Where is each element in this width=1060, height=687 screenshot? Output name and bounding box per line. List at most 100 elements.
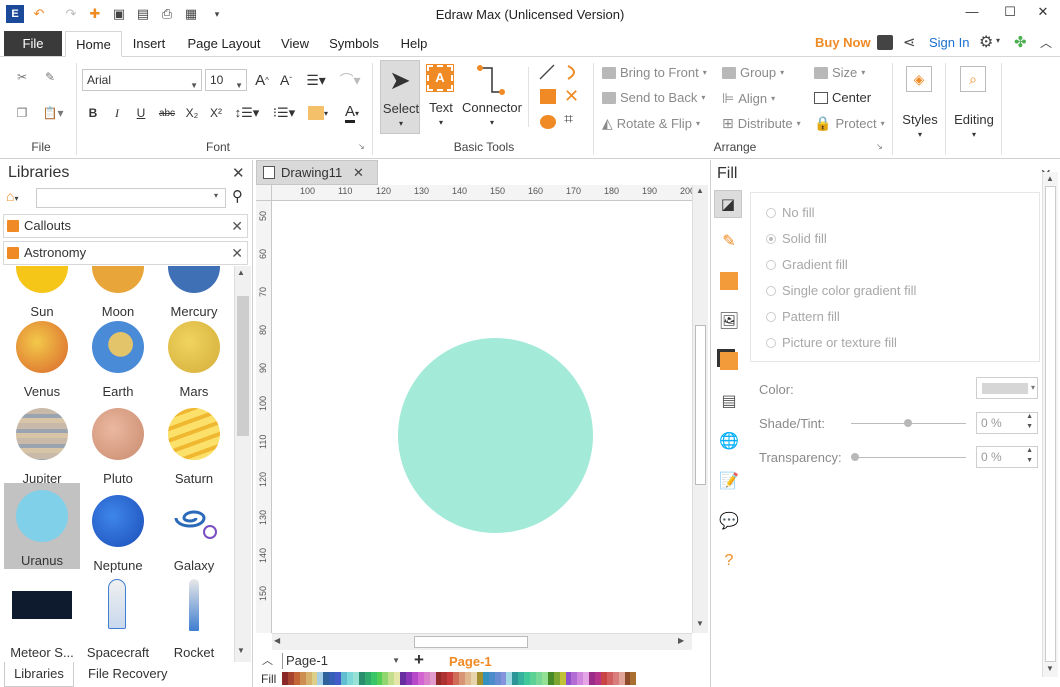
plugins-icon[interactable]: ✤ <box>1014 33 1027 51</box>
shape-saturn[interactable]: Saturn <box>156 403 232 489</box>
layers-panel-icon[interactable] <box>720 352 738 370</box>
settings-gear-icon[interactable]: ⚙ <box>979 32 993 52</box>
shape-spacecraft[interactable]: Spacecraft <box>80 577 156 662</box>
picture-texture-fill-option[interactable]: Picture or texture fill <box>766 335 897 350</box>
scroll-down-icon[interactable]: ▼ <box>237 646 245 655</box>
shape-rocket[interactable]: Rocket <box>156 577 232 662</box>
text-align-icon[interactable]: ☰▾ <box>302 69 330 91</box>
canvas-horizontal-scrollbar[interactable]: ◀ ▶ <box>272 633 692 650</box>
search-icon[interactable]: ⚲ <box>232 187 243 205</box>
page-select[interactable]: Page-1 ▼ <box>282 653 402 669</box>
line-tool-icon[interactable] <box>538 63 556 81</box>
slider-thumb[interactable] <box>904 419 912 427</box>
text-direction-icon[interactable]: ⌒▾ <box>335 69 365 91</box>
active-page-tab[interactable]: Page-1 <box>449 654 492 669</box>
editing-button[interactable]: ⌕ Editing ▾ <box>950 62 998 152</box>
scroll-right-icon[interactable]: ▶ <box>678 636 684 645</box>
drawing-page[interactable] <box>273 202 691 632</box>
connector-tool-button[interactable]: Connector ▾ <box>460 60 524 134</box>
close-category-icon[interactable]: ✕ <box>231 215 243 237</box>
shape-sun[interactable]: Sun <box>4 266 80 322</box>
single-color-gradient-fill-option[interactable]: Single color gradient fill <box>766 283 916 298</box>
close-window-button[interactable]: ✕ <box>1033 4 1053 22</box>
buy-now-link[interactable]: Buy Now <box>815 35 871 50</box>
slider-thumb[interactable] <box>851 453 859 461</box>
line-panel-icon[interactable]: ✎ <box>718 230 740 252</box>
bullets-icon[interactable]: ⁝☰▾ <box>270 103 298 123</box>
add-page-icon[interactable]: + <box>414 650 424 670</box>
scroll-left-icon[interactable]: ◀ <box>274 636 280 645</box>
fill-panel-icon[interactable]: ◪ <box>714 190 742 218</box>
scroll-down-icon[interactable]: ▼ <box>1046 664 1054 673</box>
close-libraries-icon[interactable]: ✕ <box>232 164 245 182</box>
close-category-icon[interactable]: ✕ <box>231 242 243 264</box>
note-panel-icon[interactable]: 📝 <box>718 470 740 492</box>
format-painter-icon[interactable]: ✂ <box>12 67 32 87</box>
library-category-astronomy[interactable]: Astronomy ✕ <box>3 241 248 265</box>
superscript-icon[interactable]: X² <box>206 103 226 123</box>
protect-button[interactable]: 🔒 Protect ▾ <box>814 115 885 132</box>
bold-icon[interactable]: B <box>84 103 102 123</box>
underline-icon[interactable]: U <box>132 103 150 123</box>
library-scrollbar[interactable]: ▲ ▼ <box>234 266 251 662</box>
sign-in-link[interactable]: Sign In <box>929 35 969 50</box>
crop-tool-icon[interactable]: ⌗ <box>564 111 573 129</box>
group-button[interactable]: Group ▾ <box>722 65 784 80</box>
size-button[interactable]: Size ▾ <box>814 65 865 80</box>
copy-icon[interactable]: ❐ <box>12 103 32 123</box>
account-card-icon[interactable] <box>877 35 893 50</box>
shape-pluto[interactable]: Pluto <box>80 403 156 489</box>
pattern-fill-option[interactable]: Pattern fill <box>766 309 840 324</box>
color-swatch[interactable] <box>630 672 637 685</box>
center-button[interactable]: Center <box>814 90 871 105</box>
color-picker[interactable]: ▾ <box>976 377 1038 399</box>
scrollbar-thumb[interactable] <box>414 636 528 648</box>
shade-tint-stepper[interactable]: 0 % ▲ ▼ <box>976 412 1038 434</box>
chevron-down-icon[interactable]: ▾ <box>214 191 218 200</box>
transparency-slider[interactable] <box>851 453 966 461</box>
image-panel-icon[interactable]: 🖼 <box>718 310 740 332</box>
select-tool-button[interactable]: ➤ Select ▾ <box>380 60 420 134</box>
comment-panel-icon[interactable]: 💬 <box>718 510 740 532</box>
library-home-icon[interactable]: ⌂▾ <box>6 188 34 208</box>
collapse-pages-icon[interactable]: ︿ <box>262 652 273 668</box>
ellipse-tool-icon[interactable] <box>540 115 556 129</box>
scrollbar-thumb[interactable] <box>1045 186 1056 662</box>
hyperlink-globe-icon[interactable]: 🌐 <box>718 430 740 452</box>
scrollbar-thumb[interactable] <box>695 325 706 485</box>
brush-icon[interactable]: ✎ <box>40 67 60 87</box>
gradient-fill-option[interactable]: Gradient fill <box>766 257 848 272</box>
file-recovery-tab[interactable]: File Recovery <box>88 666 167 681</box>
share-icon[interactable]: ⋖ <box>903 33 916 51</box>
shape-mercury[interactable]: Mercury <box>156 266 232 322</box>
close-document-icon[interactable]: ✕ <box>353 161 364 184</box>
shape-uranus-selected[interactable]: Uranus <box>4 483 80 569</box>
tab-symbols[interactable]: Symbols <box>322 31 386 57</box>
scroll-up-icon[interactable]: ▲ <box>696 186 704 195</box>
shape-mars[interactable]: Mars <box>156 316 232 402</box>
shape-meteor-shower[interactable]: Meteor S... <box>4 577 80 662</box>
rectangle-tool-icon[interactable] <box>540 89 556 104</box>
shape-jupiter[interactable]: Jupiter <box>4 403 80 489</box>
maximize-button[interactable]: ☐ <box>1000 4 1020 22</box>
align-button[interactable]: ⊫ Align ▾ <box>722 90 775 107</box>
canvas-vertical-scrollbar[interactable]: ▲ ▼ <box>692 185 708 633</box>
tab-view[interactable]: View <box>274 31 316 57</box>
uranus-circle-shape[interactable] <box>398 338 593 533</box>
font-size-select[interactable]: 10 ▼ <box>205 69 247 91</box>
document-tab[interactable]: Drawing11 ✕ <box>256 160 378 185</box>
transparency-stepper[interactable]: 0 % ▲ ▼ <box>976 446 1038 468</box>
strikethrough-icon[interactable]: abc <box>156 103 178 123</box>
tab-page-layout[interactable]: Page Layout <box>180 31 268 57</box>
arrange-dialog-launcher-icon[interactable]: ↘ <box>876 142 883 151</box>
scroll-up-icon[interactable]: ▲ <box>237 268 245 277</box>
grow-font-icon[interactable]: A ^ <box>252 69 272 91</box>
scrollbar-thumb[interactable] <box>237 296 249 436</box>
tab-home[interactable]: Home <box>65 31 122 57</box>
page-panel-icon[interactable]: ▤ <box>718 390 740 412</box>
library-search-input[interactable] <box>36 188 226 208</box>
scroll-down-icon[interactable]: ▼ <box>696 619 704 628</box>
shape-galaxy[interactable]: Galaxy <box>156 490 232 576</box>
shape-neptune[interactable]: Neptune <box>80 490 156 576</box>
bring-to-front-button[interactable]: Bring to Front ▾ <box>602 65 707 80</box>
